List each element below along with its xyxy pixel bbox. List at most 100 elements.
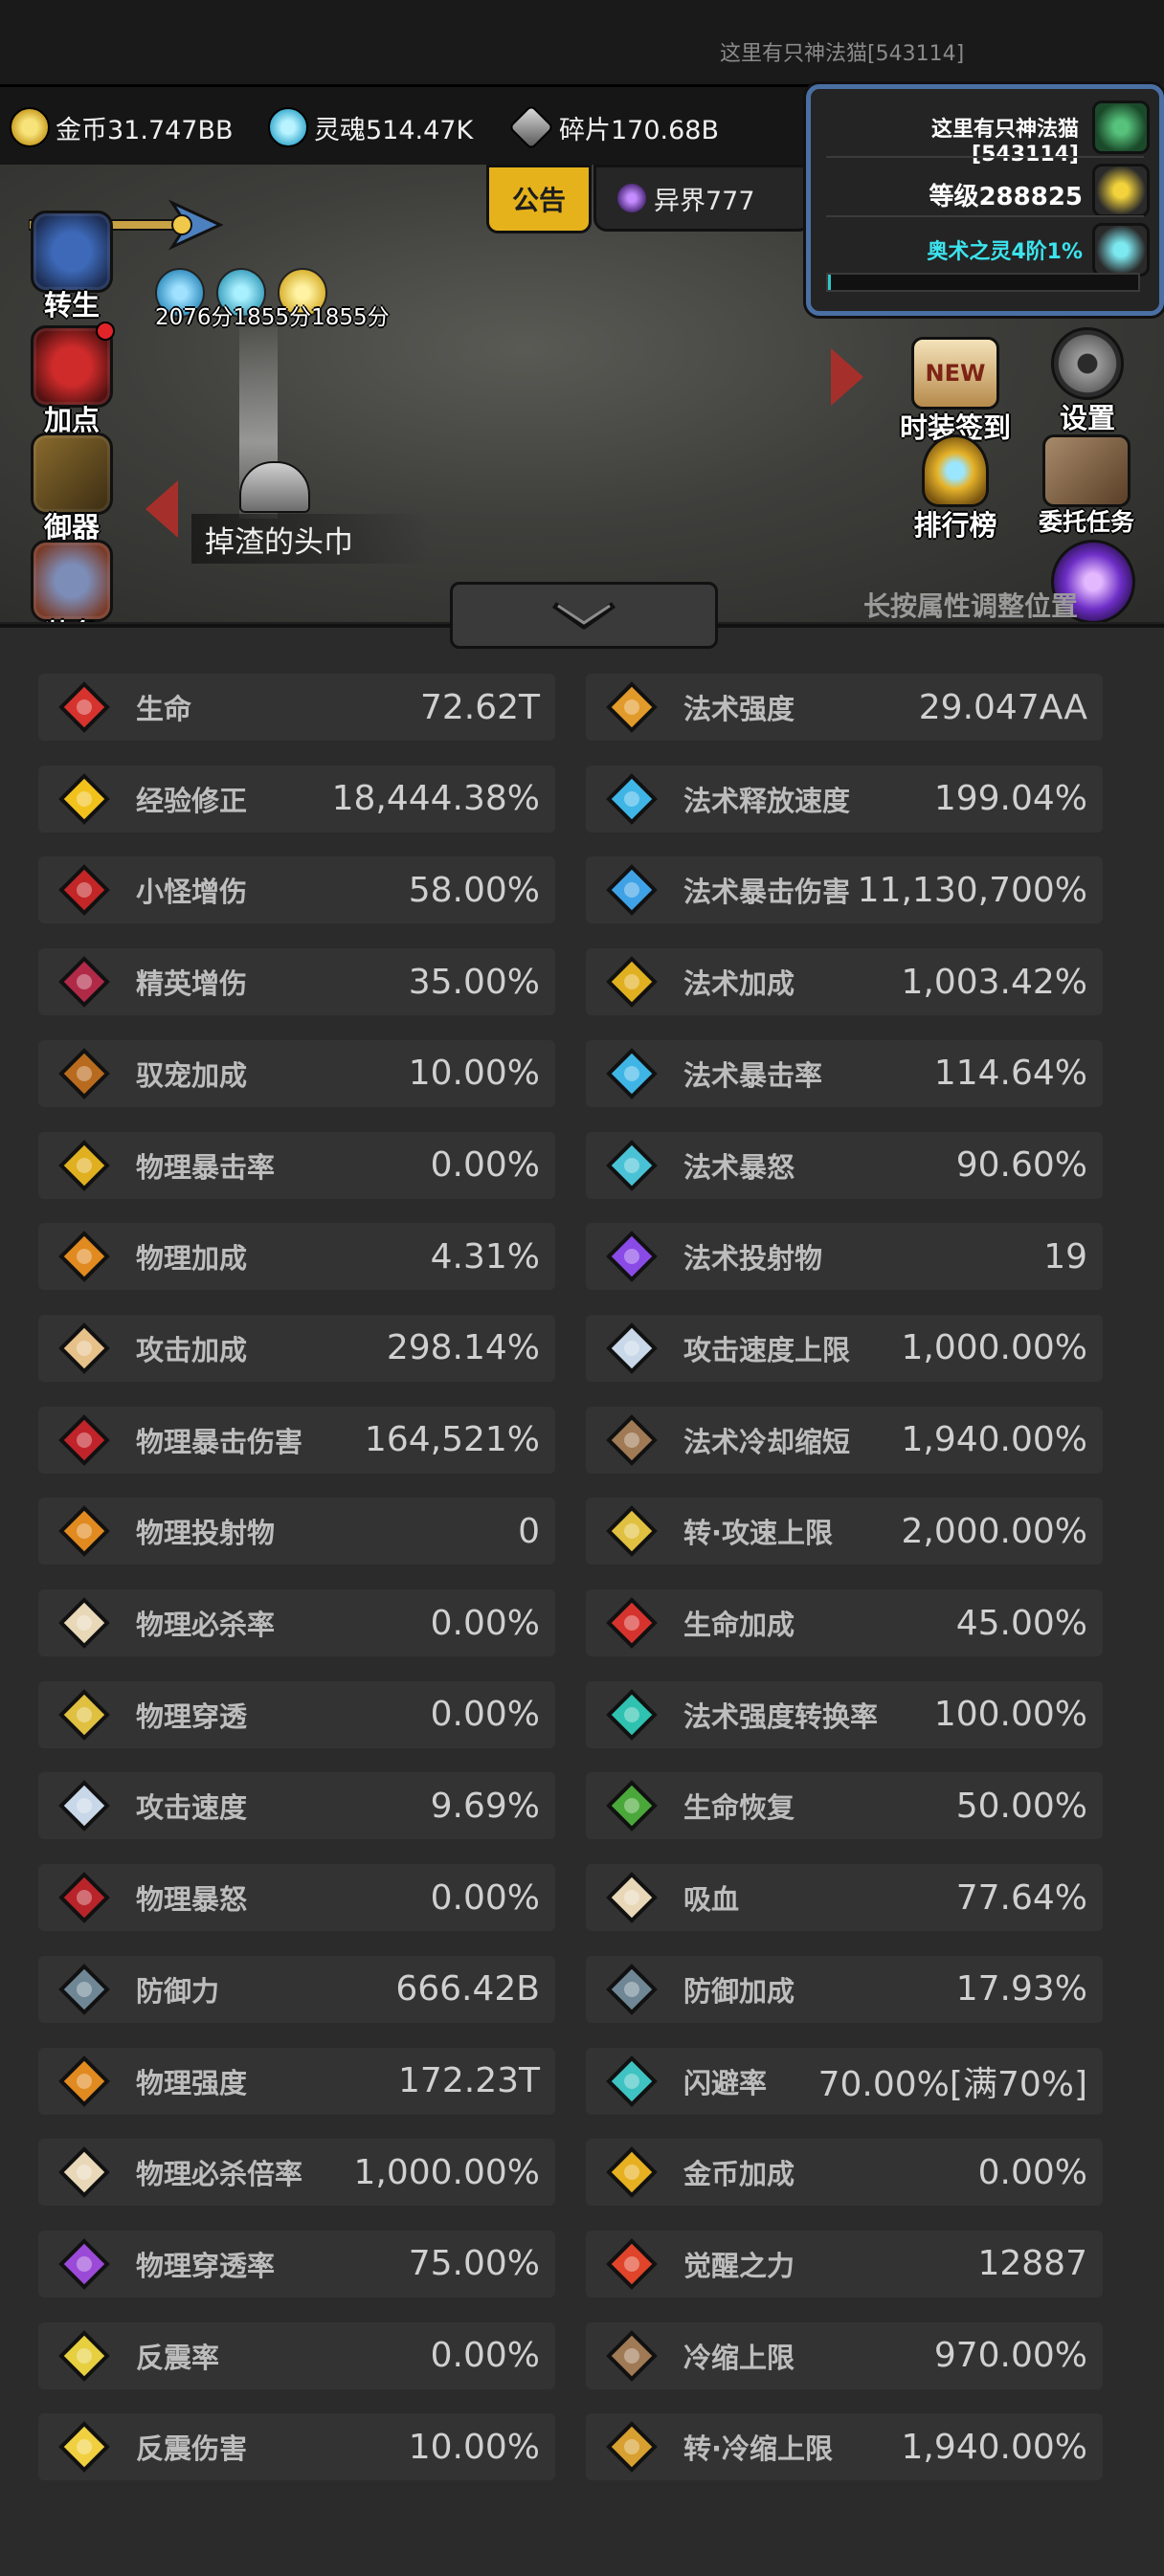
fragment-icon — [507, 103, 555, 151]
settings-button[interactable]: 设置 — [1040, 327, 1135, 436]
add-points-button[interactable]: 加点 — [19, 322, 124, 438]
stat-row[interactable]: 物理穿透 0.00% — [38, 1680, 555, 1748]
stat-label: 反震伤害 — [136, 2432, 248, 2466]
stat-row[interactable]: 防御力 666.42B — [38, 1955, 555, 2023]
attribute-panel: 生命 72.62T 经验修正 18,444.38% 小怪增伤 58.00% 精英增伤 35.0… — [0, 624, 1164, 2576]
stat-row[interactable]: 闪避率 70.00%[满70%] — [586, 2047, 1103, 2115]
shield-icon — [54, 1959, 115, 2020]
stat-row[interactable]: 攻击速度上限 1,000.00% — [586, 1314, 1103, 1382]
stat-label: 法术暴怒 — [683, 1150, 795, 1184]
gold-coin-icon — [10, 107, 50, 147]
costume-signin-button[interactable]: NEW 时装签到 — [898, 337, 1013, 446]
stat-value: 666.42B — [395, 1969, 540, 2010]
stat-row[interactable]: 生命 72.62T — [38, 674, 555, 741]
stat-row[interactable]: 经验修正 18,444.38% — [38, 765, 555, 833]
stat-row[interactable]: 法术强度转换率 100.00% — [586, 1680, 1103, 1748]
crown-icon — [1092, 164, 1150, 217]
stat-value: 10.00% — [408, 1054, 540, 1094]
stat-row[interactable]: 反震率 0.00% — [38, 2321, 555, 2389]
stat-row[interactable]: 吸血 77.64% — [586, 1864, 1103, 1932]
stat-value: 1,000.00% — [901, 1328, 1087, 1368]
stat-row[interactable]: 攻击速度 9.69% — [38, 1772, 555, 1840]
thorn-burst-icon — [54, 2416, 115, 2477]
helmet-drop-icon[interactable] — [239, 461, 310, 513]
stat-label: 驭宠加成 — [136, 1058, 248, 1092]
stat-row[interactable]: 金币加成 0.00% — [586, 2139, 1103, 2207]
coin-stack-icon — [601, 2142, 662, 2203]
stat-label: 防御力 — [136, 1974, 220, 2008]
magic-burst-icon — [601, 859, 662, 921]
stat-row[interactable]: 法术投射物 19 — [586, 1223, 1103, 1291]
stat-row[interactable]: 物理必杀率 0.00% — [38, 1589, 555, 1656]
player-card[interactable]: 这里有只神法猫[543114] 等级288825 奥术之灵4阶1% — [806, 84, 1164, 316]
gear-icon — [1051, 327, 1124, 400]
stat-row[interactable]: 物理暴击率 0.00% — [38, 1131, 555, 1199]
stat-value: 17.93% — [955, 1969, 1087, 2010]
stat-row[interactable]: 冷缩上限 970.00% — [586, 2321, 1103, 2389]
stat-row[interactable]: 生命恢复 50.00% — [586, 1772, 1103, 1840]
stat-row[interactable]: 转·冷缩上限 1,940.00% — [586, 2413, 1103, 2481]
stat-row[interactable]: 物理加成 4.31% — [38, 1223, 555, 1291]
equipment-button[interactable]: 装备 — [19, 540, 124, 622]
stat-value: 45.00% — [955, 1603, 1087, 1643]
otherworld-button[interactable]: 异界777 — [593, 165, 812, 232]
stat-row[interactable]: 法术暴怒 90.60% — [586, 1131, 1103, 1199]
stat-value: 0.00% — [430, 2336, 540, 2376]
stat-row[interactable]: 攻击加成 298.14% — [38, 1314, 555, 1382]
collapse-panel-button[interactable] — [450, 582, 718, 649]
speed-sword-icon — [54, 1775, 115, 1836]
otherworld-label: 异界777 — [654, 186, 755, 216]
stat-label: 生命加成 — [683, 1609, 795, 1641]
stat-row[interactable]: 物理投射物 0 — [38, 1498, 555, 1566]
avatar-icon[interactable] — [1092, 100, 1150, 154]
stat-label: 转·攻速上限 — [683, 1517, 834, 1550]
stat-row[interactable]: 法术强度 29.047AA — [586, 674, 1103, 741]
stat-row[interactable]: 驭宠加成 10.00% — [38, 1039, 555, 1107]
stat-row[interactable]: 物理穿透率 75.00% — [38, 2230, 555, 2298]
rebirth-button[interactable]: 转生 — [19, 211, 124, 323]
stat-row[interactable]: 法术暴击伤害 11,130,700% — [586, 856, 1103, 924]
stat-label: 物理加成 — [136, 1242, 248, 1276]
stat-row[interactable]: 觉醒之力 12887 — [586, 2230, 1103, 2298]
stat-row[interactable]: 物理强度 172.23T — [38, 2047, 555, 2115]
stat-value: 29.047AA — [918, 687, 1087, 727]
stat-row[interactable]: 物理必杀倍率 1,000.00% — [38, 2139, 555, 2207]
stat-value: 50.00% — [955, 1786, 1087, 1826]
purple-pierce-icon — [54, 2233, 115, 2295]
stat-value: 0.00% — [430, 1603, 540, 1643]
hourglass-icon — [601, 1410, 662, 1471]
prev-arrow-icon[interactable] — [146, 480, 178, 538]
stat-row[interactable]: 物理暴怒 0.00% — [38, 1864, 555, 1932]
arcane-spirit-label: 奥术之灵4阶1% — [927, 240, 1083, 264]
stat-label: 防御加成 — [683, 1974, 795, 2008]
stat-row[interactable]: 法术加成 1,003.42% — [586, 948, 1103, 1016]
stat-value: 4.31% — [430, 1236, 540, 1277]
stat-row[interactable]: 生命加成 45.00% — [586, 1589, 1103, 1656]
stat-value: 12887 — [977, 2244, 1087, 2284]
hint-text: 长按属性调整位置 — [863, 590, 1079, 622]
stat-row[interactable]: 精英增伤 35.00% — [38, 948, 555, 1016]
sword-up-icon — [54, 1226, 115, 1287]
equipment-shield-icon — [31, 540, 113, 622]
stat-row[interactable]: 物理暴击伤害 164,521% — [38, 1406, 555, 1474]
stat-row[interactable]: 防御加成 17.93% — [586, 1955, 1103, 2023]
stat-row[interactable]: 法术冷却缩短 1,940.00% — [586, 1406, 1103, 1474]
stat-row[interactable]: 转·攻速上限 2,000.00% — [586, 1498, 1103, 1566]
stat-label: 法术加成 — [683, 967, 795, 1001]
ranking-button[interactable]: 排行榜 — [906, 434, 1005, 544]
magic-crit-icon — [601, 1043, 662, 1104]
soul-resource: 灵魂514.47K — [268, 107, 473, 147]
tasks-button[interactable]: 委托任务 — [1032, 434, 1141, 538]
stat-value: 77.64% — [955, 1877, 1087, 1918]
next-arrow-icon[interactable] — [831, 348, 863, 406]
announcement-button[interactable]: 公告 — [486, 165, 592, 233]
rebirth-label: 转生 — [43, 289, 100, 322]
stat-row[interactable]: 小怪增伤 58.00% — [38, 856, 555, 924]
fragment-amount: 碎片170.68B — [559, 115, 719, 145]
stat-row[interactable]: 法术暴击率 114.64% — [586, 1039, 1103, 1107]
fragment-resource: 碎片170.68B — [507, 103, 719, 151]
weapon-control-button[interactable]: 御器 — [19, 433, 124, 545]
stat-row[interactable]: 反震伤害 10.00% — [38, 2413, 555, 2481]
notification-dot — [96, 322, 115, 341]
stat-row[interactable]: 法术释放速度 199.04% — [586, 765, 1103, 833]
